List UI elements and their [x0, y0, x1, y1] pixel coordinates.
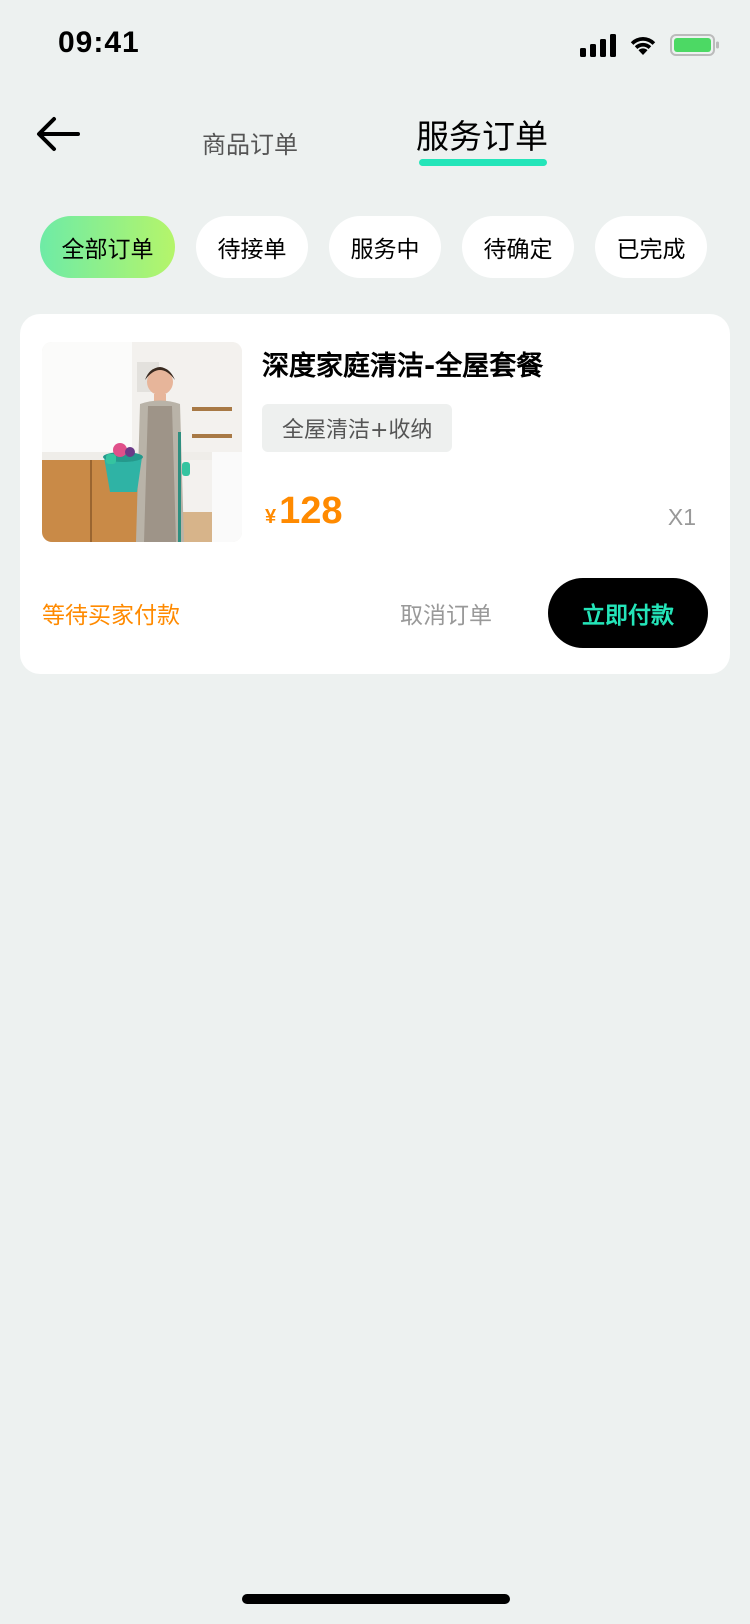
arrow-left-icon — [37, 117, 80, 151]
filter-all-orders[interactable]: 全部订单 — [40, 216, 175, 278]
tab-service-orders[interactable]: 服务订单 — [412, 110, 552, 158]
filter-pending-accept[interactable]: 待接单 — [196, 216, 308, 278]
home-indicator — [242, 1594, 510, 1604]
currency-symbol: ¥ — [265, 506, 277, 528]
battery-icon — [670, 33, 720, 57]
housekeeper-photo-icon — [42, 342, 242, 542]
product-spec-tag: 全屋清洁+收纳 — [262, 404, 453, 452]
product-quantity: X1 — [667, 504, 696, 530]
product-title: 深度家庭清洁-全屋套餐 — [262, 351, 544, 382]
active-tab-indicator — [419, 159, 547, 166]
status-time: 09:41 — [58, 26, 140, 59]
top-nav: 商品订单 服务订单 — [0, 100, 750, 180]
status-bar: 09:41 — [0, 0, 750, 88]
price-amount: 128 — [279, 490, 343, 532]
back-button[interactable] — [34, 114, 82, 154]
order-status: 等待买家付款 — [42, 603, 180, 629]
wifi-icon — [628, 33, 658, 57]
cellular-signal-icon — [580, 33, 616, 57]
pay-now-button[interactable]: 立即付款 — [548, 578, 708, 648]
filter-in-service[interactable]: 服务中 — [329, 216, 441, 278]
tab-goods-orders[interactable]: 商品订单 — [190, 125, 310, 160]
filter-completed[interactable]: 已完成 — [595, 216, 707, 278]
order-card[interactable]: 深度家庭清洁-全屋套餐 全屋清洁+收纳 ¥ 128 X1 等待买家付款 取消订单… — [20, 314, 730, 674]
cancel-order-button[interactable]: 取消订单 — [400, 596, 492, 630]
status-icons — [580, 30, 720, 60]
product-price: ¥ 128 — [265, 490, 343, 533]
filter-to-confirm[interactable]: 待确定 — [462, 216, 574, 278]
order-filter-bar: 全部订单 待接单 服务中 待确定 已完成 — [40, 216, 707, 278]
